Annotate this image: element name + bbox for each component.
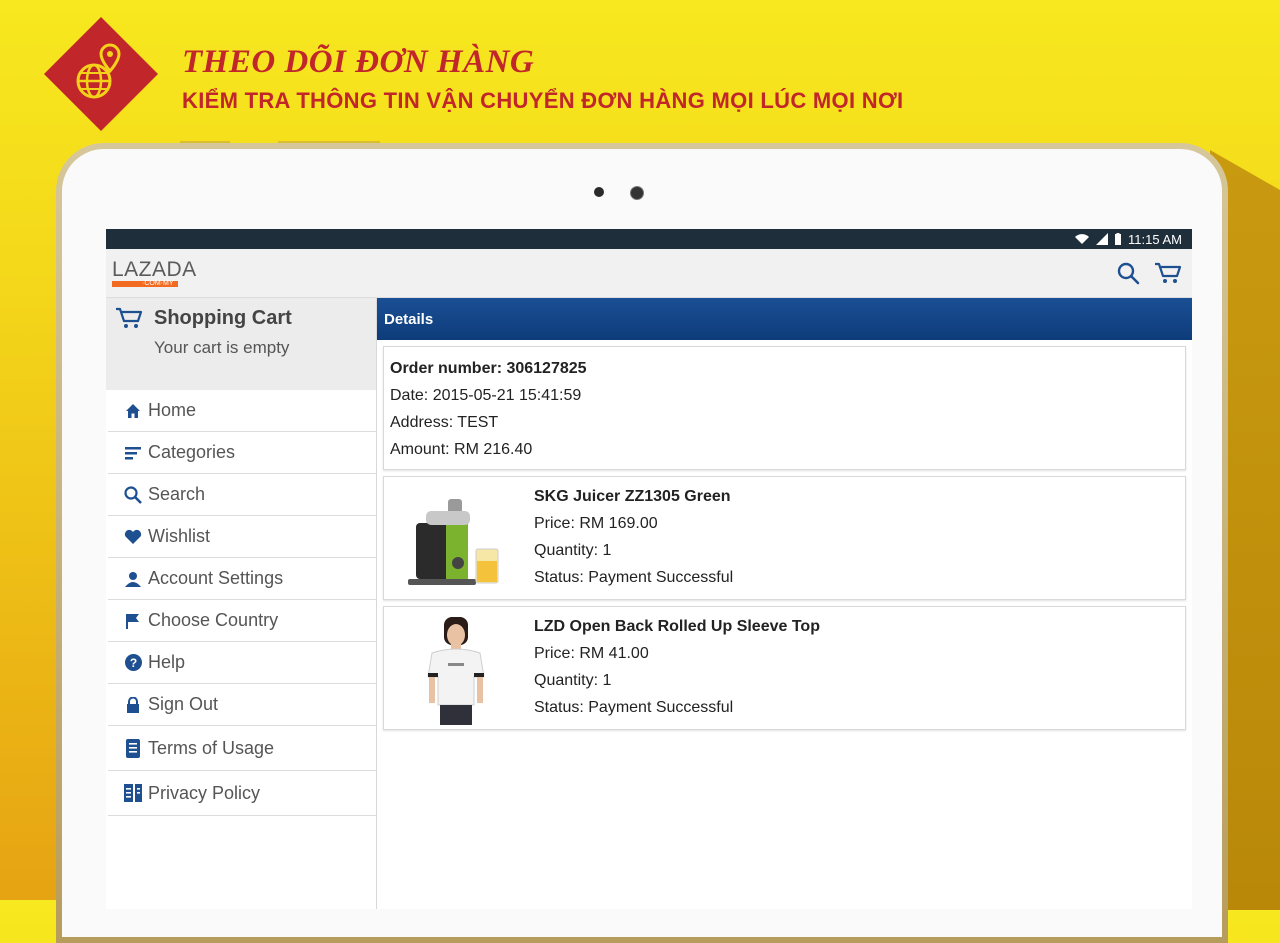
cart-summary[interactable]: Shopping Cart Your cart is empty — [106, 298, 376, 390]
menu-item-categories[interactable]: Categories — [108, 432, 376, 474]
user-icon — [124, 571, 142, 587]
order-summary-card: Order number: 306127825 Date: 2015-05-21… — [383, 346, 1186, 470]
menu-item-privacy-policy[interactable]: Privacy Policy — [108, 771, 376, 816]
menu-item-home[interactable]: Home — [108, 390, 376, 432]
app-bar: LAZADA ·COM·MY — [106, 249, 1192, 298]
order-item-card[interactable]: LZD Open Back Rolled Up Sleeve Top Price… — [383, 606, 1186, 730]
menu-label: Home — [148, 400, 197, 420]
product-image-juicer — [384, 483, 528, 599]
product-price: Price: RM 41.00 — [534, 645, 649, 662]
product-status: Status: Payment Successful — [534, 699, 734, 716]
sensor-icon — [594, 187, 604, 197]
home-icon — [124, 403, 142, 419]
order-address: Address: TEST — [390, 414, 499, 431]
tablet-frame: 11:15 AM LAZADA ·COM·MY Shopping Cart Yo… — [56, 143, 1228, 943]
battery-icon — [1115, 233, 1122, 245]
wifi-icon — [1075, 234, 1090, 244]
menu-label: Choose Country — [148, 610, 279, 630]
signal-icon — [1096, 233, 1109, 245]
product-name: LZD Open Back Rolled Up Sleeve Top — [534, 618, 820, 635]
logo-subtext: ·COM·MY — [112, 280, 178, 287]
menu-label: Terms of Usage — [148, 737, 275, 758]
cart-icon — [116, 307, 143, 328]
categories-icon — [124, 446, 142, 460]
heart-icon — [124, 529, 142, 545]
menu-label: Sign Out — [148, 694, 219, 714]
menu-item-wishlist[interactable]: Wishlist — [108, 516, 376, 558]
product-name: SKG Juicer ZZ1305 Green — [534, 488, 731, 505]
camera-icon — [630, 186, 644, 200]
svg-text:?: ? — [129, 656, 136, 670]
lazada-logo[interactable]: LAZADA ·COM·MY — [112, 257, 197, 287]
menu-label: Privacy Policy — [148, 782, 261, 803]
logo-text: LAZADA — [112, 257, 197, 281]
order-date: Date: 2015-05-21 15:41:59 — [390, 387, 582, 404]
app-screen: 11:15 AM LAZADA ·COM·MY Shopping Cart Yo… — [106, 229, 1192, 909]
menu-item-help[interactable]: ? Help — [108, 642, 376, 684]
product-status: Status: Payment Successful — [534, 569, 734, 586]
lock-icon — [124, 696, 142, 713]
flag-icon — [124, 613, 142, 629]
cart-title: Shopping Cart — [154, 306, 292, 329]
menu-label: Account Settings — [148, 568, 284, 588]
menu-label: Help — [148, 652, 186, 672]
menu-item-terms-of-usage[interactable]: Terms of Usage — [108, 726, 376, 771]
nav-drawer: Shopping Cart Your cart is empty Home Ca… — [106, 298, 377, 909]
promo-subtitle: KIỂM TRA THÔNG TIN VẬN CHUYỂN ĐƠN HÀNG M… — [182, 88, 904, 113]
search-icon[interactable] — [1116, 261, 1140, 285]
search-icon — [124, 485, 142, 504]
status-time: 11:15 AM — [1128, 231, 1182, 247]
menu-label: Wishlist — [148, 526, 210, 546]
tablet-bezel: 11:15 AM LAZADA ·COM·MY Shopping Cart Yo… — [62, 149, 1222, 937]
order-item-card[interactable]: SKG Juicer ZZ1305 Green Price: RM 169.00… — [383, 476, 1186, 600]
menu-item-account-settings[interactable]: Account Settings — [108, 558, 376, 600]
product-quantity: Quantity: 1 — [534, 672, 612, 689]
details-header: Details — [377, 298, 1192, 340]
document-icon — [124, 738, 142, 758]
menu-item-search[interactable]: Search — [108, 474, 376, 516]
policy-icon — [124, 784, 142, 802]
cart-status: Your cart is empty — [154, 338, 290, 357]
product-price: Price: RM 169.00 — [534, 515, 658, 532]
menu-item-sign-out[interactable]: Sign Out — [108, 684, 376, 726]
help-icon: ? — [124, 654, 142, 671]
product-quantity: Quantity: 1 — [534, 542, 612, 559]
cart-icon[interactable] — [1154, 261, 1182, 285]
menu-label: Search — [148, 484, 206, 504]
order-details-panel: Details Order number: 306127825 Date: 20… — [377, 298, 1192, 909]
menu-label: Categories — [148, 442, 236, 462]
order-number: Order number: 306127825 — [390, 360, 587, 377]
order-amount: Amount: RM 216.40 — [390, 441, 533, 458]
status-bar: 11:15 AM — [106, 229, 1192, 249]
product-image-top — [384, 613, 528, 729]
location-globe-icon — [44, 17, 158, 131]
promo-title: THEO DÕI ĐƠN HÀNG — [182, 44, 535, 80]
menu-item-choose-country[interactable]: Choose Country — [108, 600, 376, 642]
